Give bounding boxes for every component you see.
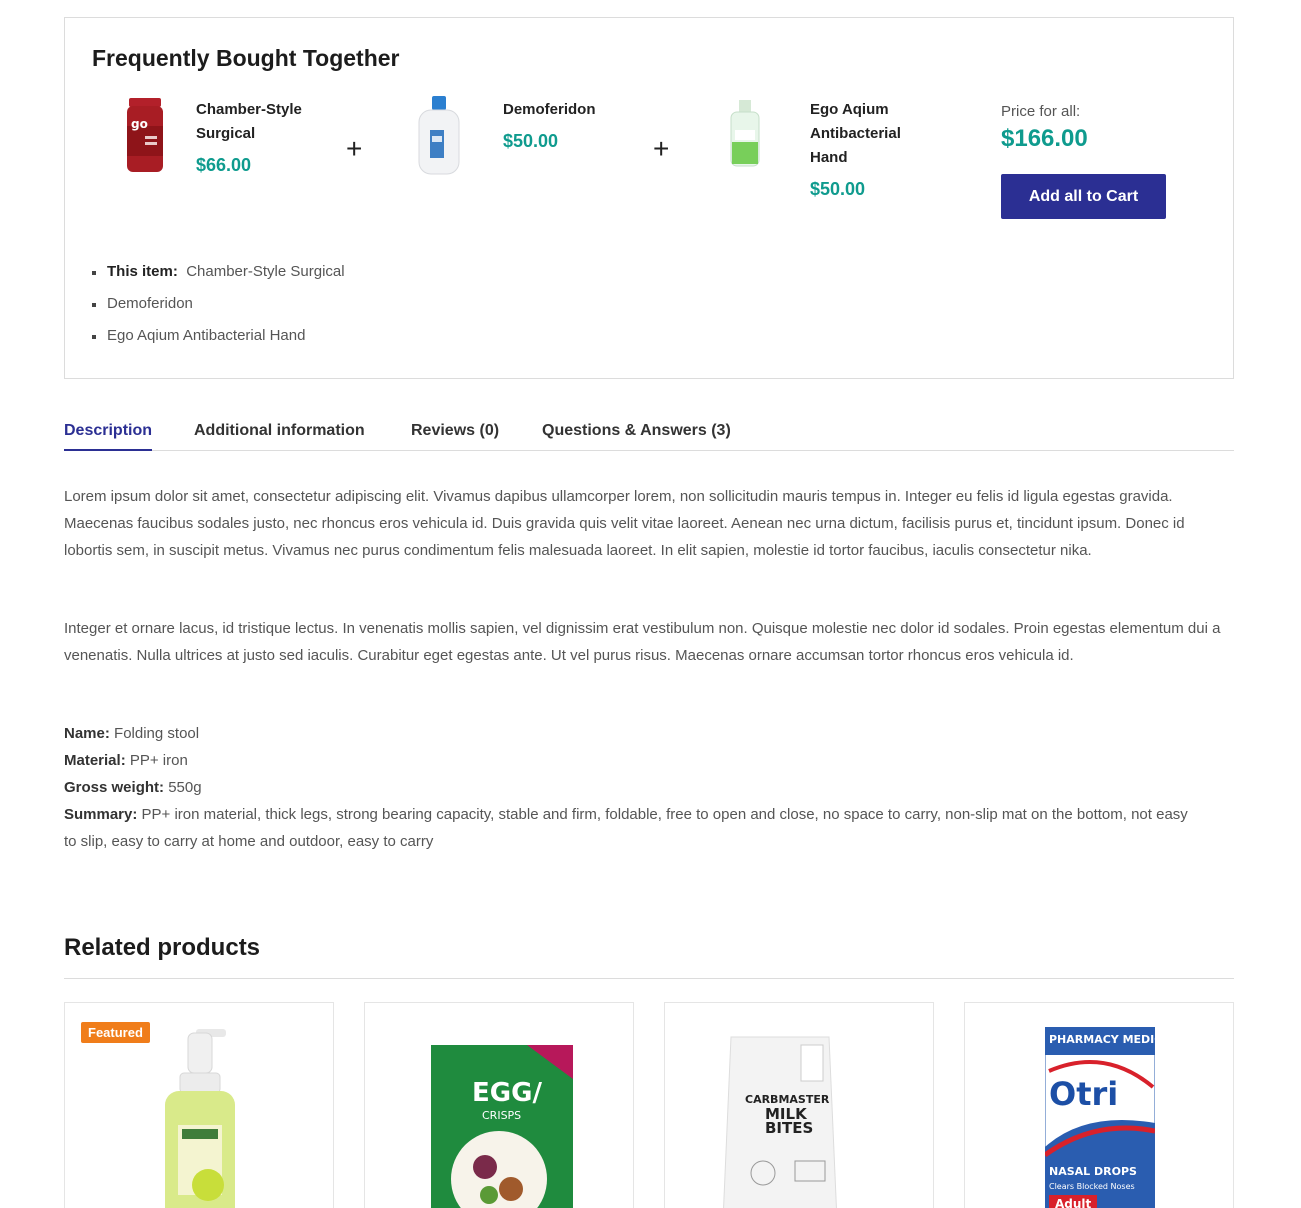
pack-brand: Otri (1049, 1075, 1118, 1113)
product-card[interactable]: EGG/ CRISPS (364, 1002, 634, 1208)
fbt-list-item-name: Chamber-Style Surgical (186, 263, 345, 280)
gummy-jar-icon[interactable]: go (105, 96, 185, 176)
spec-value: PP+ iron material, thick legs, strong be… (64, 806, 1188, 850)
pack-line: NASAL DROPS (1049, 1165, 1137, 1178)
spec-label: Summary: (64, 806, 138, 823)
pack-sub: CRISPS (482, 1109, 521, 1122)
spec-value: 550g (168, 779, 202, 796)
spec-value: Folding stool (114, 725, 200, 742)
fbt-list-item-name: Demoferidon (107, 295, 193, 312)
fbt-title: Frequently Bought Together (92, 45, 400, 71)
fbt-item-price: $50.00 (810, 179, 866, 199)
featured-badge: Featured (81, 1022, 150, 1043)
related-products-title: Related products (64, 934, 261, 961)
spec-material: Material: PP+ iron (64, 747, 1204, 774)
pack-text: EGG/ (472, 1078, 542, 1108)
sanitizer-bottle-icon[interactable] (705, 96, 785, 176)
fbt-item-price: $50.00 (503, 131, 559, 151)
frequently-bought-together: Frequently Bought Together go Chamber-St… (64, 17, 1234, 379)
fbt-list-item: Demoferidon (92, 293, 345, 325)
spec-summary: Summary: PP+ iron material, thick legs, … (64, 801, 1204, 855)
fbt-item-list: This item: Chamber-Style Surgical Demofe… (92, 261, 345, 357)
fbt-list-item: This item: Chamber-Style Surgical (92, 261, 345, 293)
plus-icon: + (346, 133, 363, 164)
fbt-list-item-name: Ego Aqium Antibacterial Hand (107, 327, 306, 344)
milk-bites-bag-icon[interactable]: CARBMASTER MILK BITES (717, 1031, 847, 1208)
price-for-all: $166.00 (1001, 125, 1088, 152)
spec-label: Name: (64, 725, 110, 742)
pack-text: BITES (765, 1119, 813, 1137)
plus-icon: + (653, 133, 670, 164)
spec-gross-weight: Gross weight: 550g (64, 774, 1204, 801)
tab-additional-information[interactable]: Additional information (194, 420, 365, 451)
soap-pump-icon[interactable] (150, 1025, 250, 1208)
fbt-item-name[interactable]: Demoferidon (503, 98, 633, 122)
product-card[interactable]: Featured (64, 1002, 334, 1208)
product-card[interactable]: PHARMACY MEDICINE Otri NASAL DROPS Clear… (964, 1002, 1234, 1208)
add-all-to-cart-button[interactable]: Add all to Cart (1001, 174, 1166, 219)
description-paragraph: Lorem ipsum dolor sit amet, consectetur … (64, 488, 1185, 559)
pack-sub: Clears Blocked Noses (1049, 1182, 1135, 1191)
crisps-bag-icon[interactable]: EGG/ CRISPS (427, 1039, 577, 1208)
fbt-item-name[interactable]: Chamber-Style Surgical (196, 98, 326, 146)
tab-reviews[interactable]: Reviews (0) (411, 420, 499, 451)
price-for-all-label: Price for all: (1001, 103, 1081, 120)
spec-label: Material: (64, 752, 126, 769)
fbt-item-name[interactable]: Ego Aqium Antibacterial Hand (810, 98, 940, 170)
svg-text:go: go (131, 117, 148, 131)
nasal-drops-box-icon[interactable]: PHARMACY MEDICINE Otri NASAL DROPS Clear… (1045, 1027, 1155, 1208)
product-tabs: Description Additional information Revie… (64, 420, 1234, 451)
description-paragraph: Integer et ornare lacus, id tristique le… (64, 620, 1221, 664)
lotion-bottle-icon[interactable] (399, 96, 479, 176)
pack-top: PHARMACY MEDICINE (1049, 1033, 1155, 1046)
this-item-label: This item: (107, 263, 178, 280)
spec-value: PP+ iron (129, 752, 188, 769)
spec-label: Gross weight: (64, 779, 165, 796)
spec-name: Name: Folding stool (64, 720, 1204, 747)
pack-badge: Adult (1055, 1197, 1092, 1208)
fbt-item-price: $66.00 (196, 155, 252, 175)
tab-description[interactable]: Description (64, 420, 153, 451)
tab-questions-answers[interactable]: Questions & Answers (3) (542, 420, 731, 451)
fbt-list-item: Ego Aqium Antibacterial Hand (92, 325, 345, 357)
divider (64, 978, 1234, 979)
product-card[interactable]: CARBMASTER MILK BITES (664, 1002, 934, 1208)
